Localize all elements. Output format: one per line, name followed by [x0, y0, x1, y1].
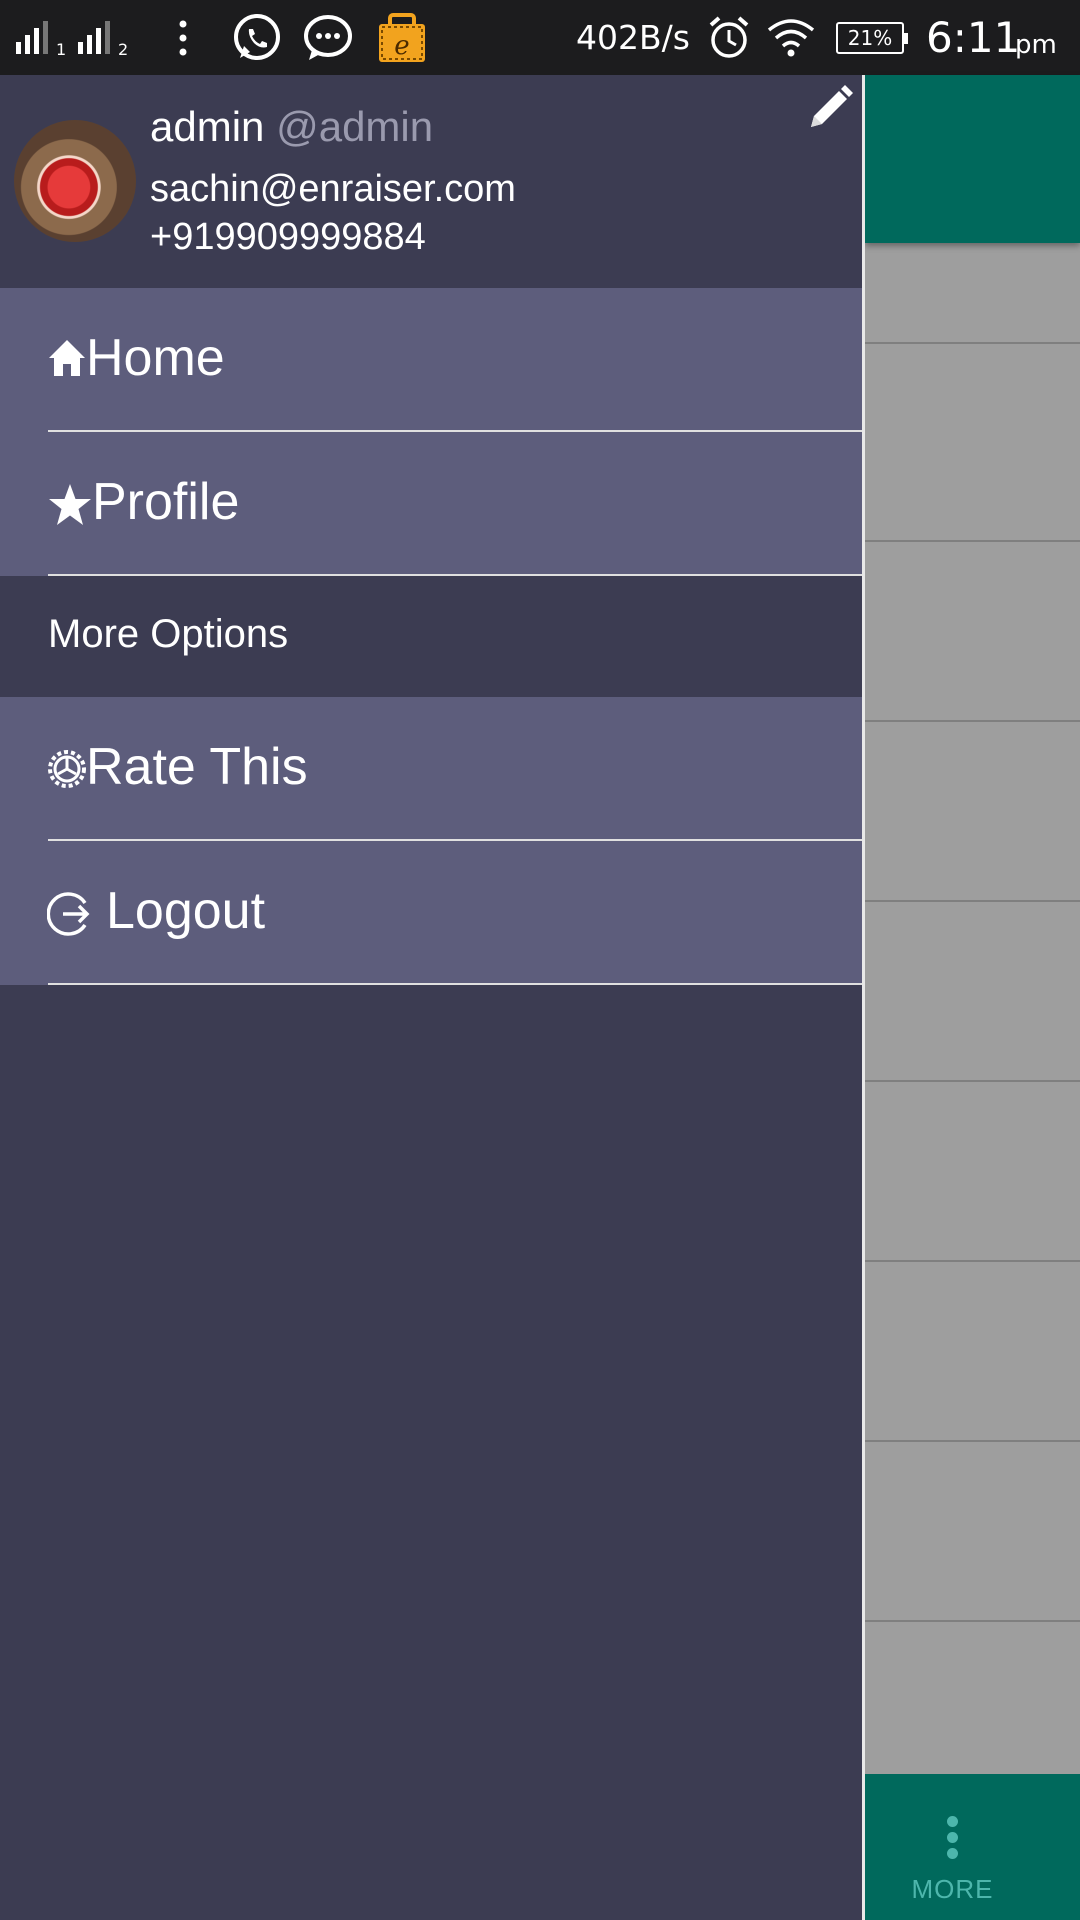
e-shop-icon: e	[376, 0, 428, 75]
sim2-index: 2	[118, 40, 129, 59]
divider	[48, 983, 862, 985]
logout-icon	[46, 891, 93, 937]
list-divider	[865, 720, 1080, 722]
list-divider	[865, 1080, 1080, 1082]
messages-icon	[302, 0, 354, 75]
home-icon	[47, 338, 87, 378]
more-icon[interactable]	[945, 1816, 959, 1859]
menu-item-logout[interactable]: Logout	[0, 841, 862, 985]
user-name-line: admin @admin	[150, 103, 433, 151]
clock-suffix: pm	[1015, 29, 1057, 60]
star-icon	[47, 482, 93, 528]
battery-percent: 21%	[847, 25, 893, 50]
list-divider	[865, 540, 1080, 542]
navigation-drawer: admin @admin sachin@enraiser.com +919909…	[0, 75, 865, 1920]
edit-profile-icon[interactable]	[805, 83, 855, 133]
drawer-header: admin @admin sachin@enraiser.com +919909…	[0, 75, 862, 288]
svg-text:e: e	[394, 31, 409, 61]
user-name: admin	[150, 103, 265, 150]
alarm-icon	[707, 0, 751, 75]
user-email: sachin@enraiser.com	[150, 168, 516, 210]
settings-icon	[47, 749, 87, 789]
list-divider	[865, 1620, 1080, 1622]
more-tab-label[interactable]: MORE	[865, 1874, 1040, 1905]
divider	[48, 574, 862, 576]
sim1-index: 1	[56, 40, 67, 59]
overflow-notifications-icon	[176, 0, 190, 75]
menu-label-profile: Profile	[92, 473, 240, 531]
menu-item-home[interactable]: Home	[0, 288, 862, 432]
whatsapp-icon	[230, 0, 282, 75]
status-bar: 1 2 e 402B/s 21% 6:11 pm	[0, 0, 1080, 75]
clock-time: 6:11	[926, 13, 1021, 62]
avatar[interactable]	[14, 120, 136, 242]
list-divider	[865, 900, 1080, 902]
wifi-icon	[766, 0, 816, 75]
section-title-more-options: More Options	[48, 612, 289, 656]
list-divider	[865, 1260, 1080, 1262]
bottom-nav-bar: MORE	[865, 1774, 1080, 1920]
background-app: MORE	[865, 75, 1080, 1920]
menu-label-home: Home	[86, 329, 225, 387]
user-phone: +919909999884	[150, 216, 426, 258]
list-divider	[865, 1440, 1080, 1442]
user-handle: @admin	[276, 103, 434, 150]
battery-icon: 21%	[836, 0, 908, 75]
menu-item-rate-this[interactable]: Rate This	[0, 697, 862, 841]
menu-item-profile[interactable]: Profile	[0, 432, 862, 576]
menu-label-logout: Logout	[106, 882, 266, 940]
network-speed: 402B/s	[576, 18, 690, 57]
list-divider	[865, 342, 1080, 344]
menu-label-rate-this: Rate This	[86, 738, 308, 796]
app-toolbar	[865, 75, 1080, 243]
